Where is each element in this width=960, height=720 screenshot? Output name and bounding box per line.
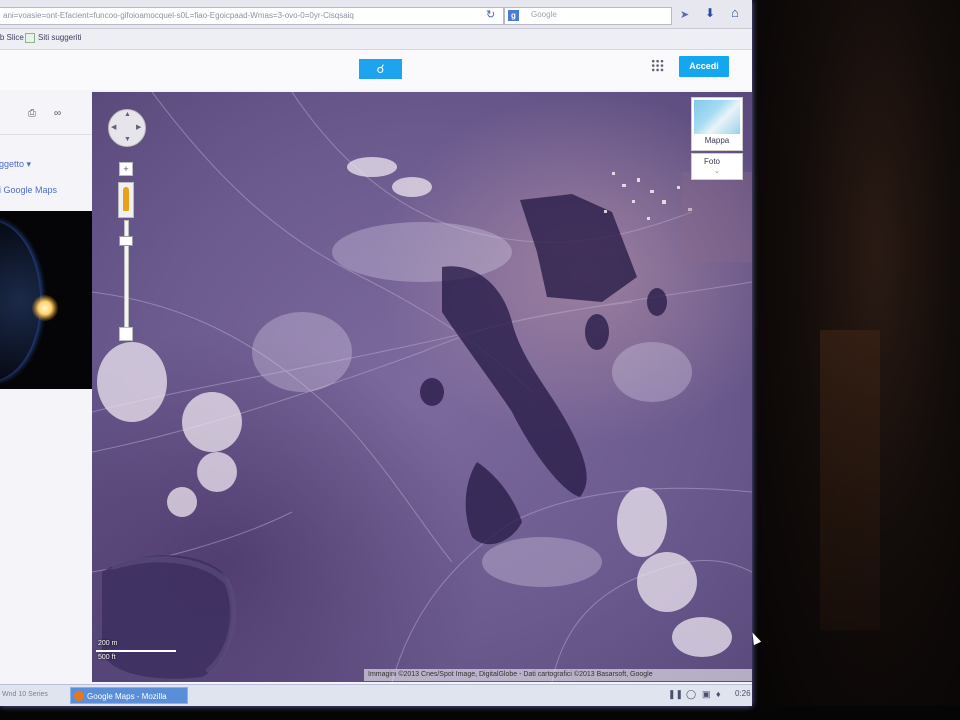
- map-thumbnail: [694, 100, 740, 134]
- firefox-icon: [74, 691, 84, 701]
- street-view-pegman[interactable]: [118, 182, 134, 218]
- pan-right-icon[interactable]: ▶: [136, 123, 141, 131]
- pan-down-icon[interactable]: ▼: [124, 136, 131, 143]
- map-type-label: Mappa: [704, 136, 730, 145]
- pegman-icon: [123, 187, 129, 211]
- pan-control[interactable]: ▲ ▼ ◀ ▶: [108, 109, 146, 147]
- search-button[interactable]: ☌: [359, 59, 402, 79]
- bookmark-box-icon: [25, 33, 35, 43]
- bookmark-siti-suggeriti[interactable]: Siti suggeriti: [25, 33, 82, 43]
- volume-icon[interactable]: ♦: [716, 689, 721, 699]
- browser-search-input[interactable]: g Google: [504, 7, 672, 25]
- panel-link-label: oggetto: [0, 159, 25, 169]
- chevron-down-icon: ⌄: [714, 168, 720, 175]
- task-label: Google Maps - Mozilla: [87, 692, 167, 701]
- network-icon[interactable]: ◯: [686, 689, 696, 700]
- pin-icon[interactable]: ➤: [680, 8, 689, 21]
- taskbar-item-firefox[interactable]: Google Maps - Mozilla: [70, 687, 188, 704]
- zoom-slider-thumb[interactable]: [119, 236, 133, 246]
- search-icon: ☌: [376, 62, 385, 76]
- download-icon[interactable]: ⬇: [705, 6, 715, 20]
- windows-icon[interactable]: ▣: [702, 689, 711, 700]
- pan-left-icon[interactable]: ◀: [111, 123, 116, 131]
- panel-link-oggetto[interactable]: oggetto ▾: [0, 159, 31, 170]
- panel-divider: [0, 134, 92, 135]
- search-placeholder: Google: [531, 10, 557, 19]
- link-icon[interactable]: ∞: [54, 108, 61, 119]
- satellite-map[interactable]: [92, 92, 752, 682]
- sun-glow: [32, 295, 58, 321]
- scale-imperial: 500 ft: [98, 654, 116, 661]
- room-glow: [820, 330, 880, 630]
- bookmarks-bar: Web Slice Siti suggeriti: [0, 29, 752, 50]
- bookmark-label: Siti suggeriti: [38, 33, 82, 43]
- print-icon[interactable]: ⎙: [28, 108, 36, 119]
- home-icon[interactable]: ⌂: [731, 5, 739, 20]
- google-icon[interactable]: g: [508, 10, 519, 21]
- google-earth-promo[interactable]: [0, 211, 92, 389]
- reload-icon[interactable]: ↻: [486, 8, 495, 21]
- scale-metric: 200 m: [98, 640, 118, 647]
- pan-up-icon[interactable]: ▲: [124, 111, 131, 118]
- map-type-control[interactable]: Mappa: [691, 97, 743, 151]
- photo-label: Foto: [704, 157, 721, 166]
- url-bar[interactable]: ani=voasie=ont-Efacient=funcoo-gifoioamo…: [0, 7, 504, 25]
- browser-toolbar: ani=voasie=ont-Efacient=funcoo-gifoioamo…: [0, 0, 752, 29]
- browser-screen: ani=voasie=ont-Efacient=funcoo-gifoioamo…: [0, 0, 752, 706]
- zoom-in-button[interactable]: +: [119, 162, 133, 176]
- pause-icon[interactable]: ❚❚: [668, 689, 683, 700]
- left-panel: [0, 90, 92, 690]
- panel-link-google-maps[interactable]: di Google Maps: [0, 185, 57, 195]
- apps-grid-icon[interactable]: [651, 59, 664, 72]
- map-attribution: Immagini ©2013 Cnes/Spot Image, DigitalG…: [364, 669, 752, 681]
- clock: 0:26: [735, 689, 751, 698]
- signin-button[interactable]: Accedi: [679, 56, 729, 77]
- monitor-bezel: [0, 706, 960, 720]
- scale-bar: [96, 650, 176, 652]
- map-scale: 200 m 500 ft: [96, 640, 178, 666]
- taskbar-left-text: Wnd 10 Series: [2, 691, 48, 698]
- photo-button[interactable]: Foto ⌄: [691, 153, 743, 180]
- map-terrain: [92, 92, 752, 682]
- zoom-out-button[interactable]: [119, 327, 133, 341]
- bookmark-web-slice[interactable]: Web Slice: [0, 33, 24, 42]
- village-area: [682, 172, 752, 262]
